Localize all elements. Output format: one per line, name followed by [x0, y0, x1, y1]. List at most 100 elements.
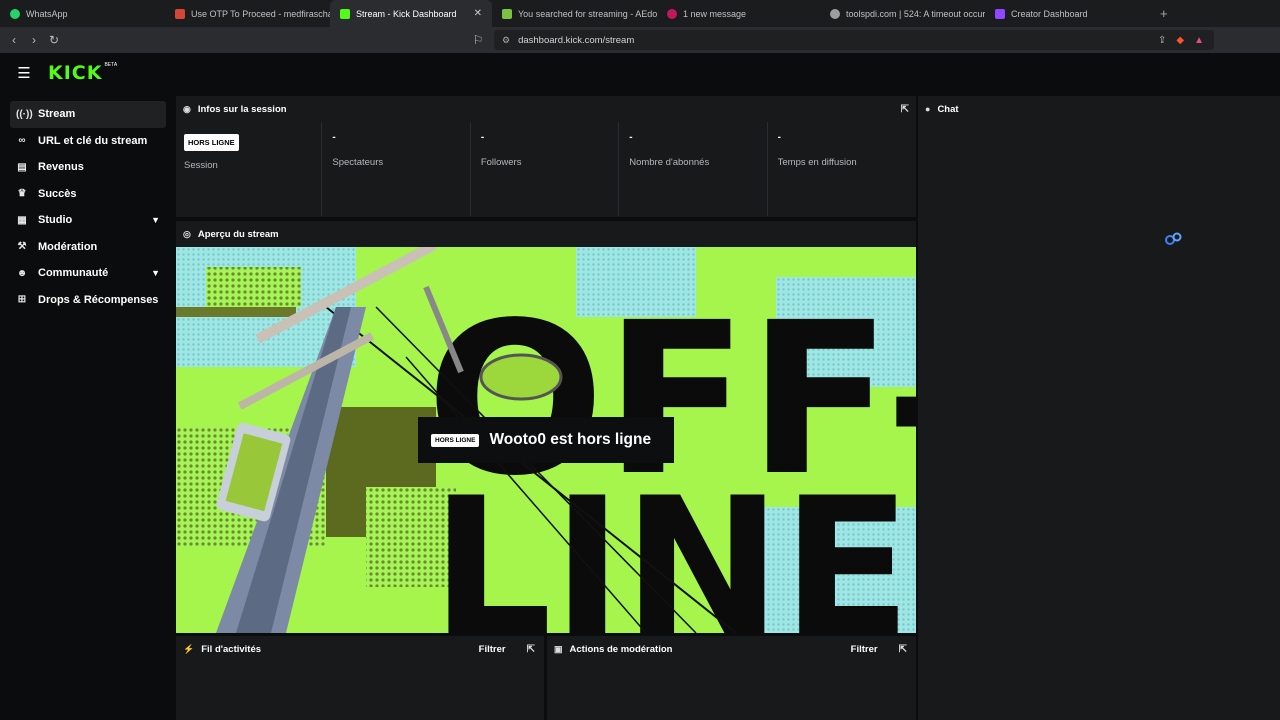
- sidebar-item-moderation[interactable]: ⚒ Modération: [10, 234, 166, 261]
- sidebar-item-label: Stream: [38, 108, 76, 121]
- tab-title: Creator Dashboard: [1011, 8, 1088, 19]
- share-icon[interactable]: ⇪: [1158, 35, 1166, 46]
- sidebar-item-stream-url-key[interactable]: ∞ URL et clé du stream: [10, 128, 166, 155]
- tab-title: Use OTP To Proceed - medfirascham…: [191, 8, 330, 19]
- shield-icon: ▣: [554, 643, 563, 654]
- back-icon[interactable]: ‹: [4, 33, 24, 47]
- stream-preview-image: OFF- LINE HORS LIGNE Wooto0 est hors lig…: [176, 247, 916, 633]
- session-stats: HORS LIGNE Session - Spectateurs - Follo…: [176, 122, 916, 216]
- chevron-down-icon[interactable]: ▼: [151, 268, 160, 278]
- stat-value: -: [332, 132, 336, 143]
- tab-kick-dashboard[interactable]: Stream - Kick Dashboard ✕: [330, 0, 492, 27]
- stat-value: -: [480, 132, 485, 143]
- kick-icon: [340, 8, 350, 19]
- activity-feed-panel: ⚡ Fil d'activités Filtrer ⇱: [176, 636, 544, 720]
- gift-icon: ⊞: [17, 294, 27, 306]
- people-icon: ☻: [16, 267, 28, 279]
- sidebar-item-achievements[interactable]: ♛ Succès: [10, 181, 166, 208]
- sidebar-item-community[interactable]: ☻ Communauté ▼: [10, 260, 166, 287]
- link-icon: ∞: [18, 135, 26, 147]
- sidebar-nav: ((·)) Stream ∞ URL et clé du stream ▤ Re…: [10, 101, 166, 313]
- moderation-actions-panel: ▣ Actions de modération Filtrer ⇱: [547, 636, 916, 720]
- kick-logo[interactable]: KICK: [48, 62, 102, 84]
- whatsapp-icon: [10, 8, 20, 19]
- tab-aedownload[interactable]: You searched for streaming - AEdow…: [492, 0, 657, 27]
- stat-subscribers: - Nombre d'abonnés: [619, 122, 768, 216]
- sidebar-item-label: Drops & Récompenses: [38, 293, 159, 306]
- brave-rewards-icon[interactable]: ▲: [1194, 35, 1204, 46]
- sidebar-item-label: Communauté: [38, 267, 109, 280]
- address-bar[interactable]: ⚙ dashboard.kick.com/stream ⇪ ◆ ▲: [494, 30, 1214, 50]
- sidebar-item-label: Modération: [38, 240, 98, 253]
- browser-tab-bar: WhatsApp Use OTP To Proceed - medfirasch…: [0, 0, 1280, 27]
- popout-icon[interactable]: ⇱: [899, 644, 907, 655]
- broadcast-icon: ◉: [183, 103, 191, 114]
- sidebar-item-stream[interactable]: ((·)) Stream: [10, 101, 166, 128]
- stat-session: HORS LIGNE Session: [176, 122, 323, 216]
- tab-title: 1 new message: [683, 8, 747, 19]
- hamburger-menu-icon[interactable]: ☰: [0, 64, 48, 82]
- tab-creator-dashboard[interactable]: Creator Dashboard: [985, 0, 1150, 27]
- sidebar-item-label: Studio: [38, 214, 73, 227]
- stat-followers: - Followers: [471, 122, 620, 216]
- stream-preview-panel: ◎ Aperçu du stream: [176, 221, 916, 247]
- popout-icon[interactable]: ⇱: [527, 644, 535, 655]
- panel-header: ▣ Actions de modération Filtrer ⇱: [547, 636, 916, 662]
- panel-title: Fil d'activités: [201, 643, 262, 655]
- tab-title: Stream - Kick Dashboard: [356, 8, 457, 19]
- filter-button[interactable]: Filtrer: [851, 644, 878, 655]
- panel-title: Chat: [937, 103, 959, 115]
- globe-icon: [830, 8, 840, 19]
- tab-otp[interactable]: Use OTP To Proceed - medfirascham…: [165, 0, 330, 27]
- offline-message-card: HORS LIGNE Wooto0 est hors ligne: [418, 417, 674, 463]
- camera-icon: ◎: [183, 228, 191, 239]
- sidebar-item-label: Revenus: [38, 161, 84, 174]
- stat-value: -: [629, 132, 633, 143]
- stat-label: Temps en diffusion: [777, 157, 857, 168]
- bookmark-icon[interactable]: ⚐: [468, 33, 488, 47]
- tab-title: WhatsApp: [26, 8, 68, 19]
- url-text: dashboard.kick.com/stream: [518, 34, 635, 46]
- gmail-icon: [175, 8, 185, 19]
- messenger-icon: [667, 8, 677, 19]
- tab-title: toolspdi.com | 524: A timeout occurre…: [846, 8, 985, 19]
- panel-title: Actions de modération: [569, 643, 673, 655]
- new-tab-button[interactable]: +: [1150, 6, 1178, 21]
- sidebar-item-label: Succès: [38, 187, 77, 200]
- browser-toolbar: ‹ › ↻ ⚐ ⚙ dashboard.kick.com/stream ⇪ ◆ …: [0, 27, 1280, 53]
- stat-viewers: - Spectateurs: [322, 122, 471, 216]
- filter-button[interactable]: Filtrer: [479, 644, 506, 655]
- status-badge: HORS LIGNE: [184, 134, 239, 151]
- panel-title: Aperçu du stream: [197, 228, 279, 240]
- panel-header: ● Chat: [918, 96, 1280, 122]
- trophy-icon: ♛: [17, 188, 27, 200]
- close-tab-icon[interactable]: ✕: [474, 8, 482, 19]
- forward-icon[interactable]: ›: [24, 33, 44, 47]
- stat-label: Nombre d'abonnés: [629, 157, 710, 168]
- tab-whatsapp[interactable]: WhatsApp: [0, 0, 165, 27]
- offline-message: Wooto0 est hors ligne: [489, 431, 652, 448]
- twitch-icon: [995, 8, 1005, 19]
- panel-header: ⚡ Fil d'activités Filtrer ⇱: [176, 636, 544, 662]
- session-info-panel: ◉ Infos sur la session ⇱ HORS LIGNE Sess…: [176, 96, 916, 217]
- tab-new-message[interactable]: 1 new message: [657, 0, 820, 27]
- reload-icon[interactable]: ↻: [44, 33, 64, 47]
- app-header: ☰ KICK BETA: [0, 53, 1280, 93]
- lightning-icon: ⚡: [183, 643, 195, 654]
- chevron-down-icon[interactable]: ▼: [151, 215, 160, 225]
- stat-label: Followers: [480, 157, 522, 168]
- chat-panel: ● Chat: [918, 96, 1280, 720]
- brave-shield-icon[interactable]: ◆: [1176, 35, 1184, 46]
- popout-icon[interactable]: ⇱: [901, 104, 909, 115]
- sidebar-item-label: URL et clé du stream: [38, 134, 148, 147]
- tab-title: You searched for streaming - AEdow…: [518, 8, 657, 19]
- bar-chart-icon: ▤: [17, 161, 27, 173]
- tab-toolspdi[interactable]: toolspdi.com | 524: A timeout occurre…: [820, 0, 985, 27]
- site-info-icon[interactable]: ⚙: [502, 35, 510, 46]
- kick-dashboard: ☰ KICK BETA ((·)) Stream ∞ URL et clé du…: [0, 53, 1280, 720]
- sidebar-item-revenue[interactable]: ▤ Revenus: [10, 154, 166, 181]
- grid-icon: ▦: [17, 214, 27, 226]
- sidebar-item-studio[interactable]: ▦ Studio ▼: [10, 207, 166, 234]
- sidebar-item-drops-rewards[interactable]: ⊞ Drops & Récompenses: [10, 287, 166, 314]
- chat-bubble-icon: ●: [925, 104, 931, 114]
